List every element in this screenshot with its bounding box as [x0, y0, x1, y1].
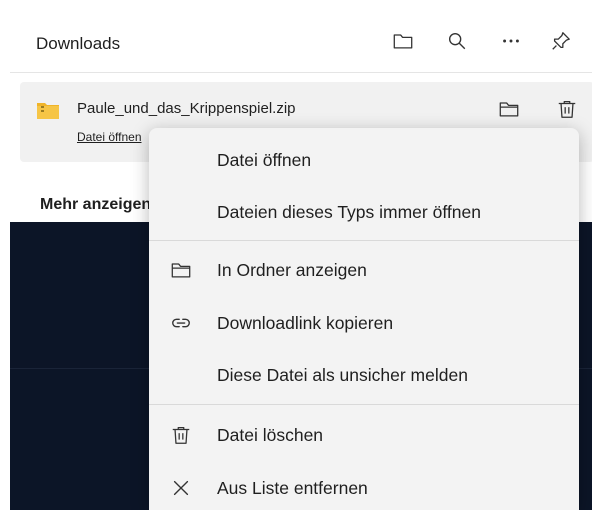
item-delete-button[interactable] — [552, 94, 582, 124]
menu-item-copy-link[interactable]: Downloadlink kopieren — [149, 303, 579, 343]
header-divider — [10, 72, 592, 73]
folder-icon — [499, 102, 519, 117]
search-icon — [448, 32, 466, 50]
menu-item-label: Datei öffnen — [217, 150, 312, 170]
more-icon — [503, 39, 519, 43]
open-file-link[interactable]: Datei öffnen — [77, 130, 142, 144]
search-button[interactable] — [444, 28, 470, 54]
menu-item-report-unsafe[interactable]: Diese Datei als unsicher melden — [149, 355, 579, 395]
zip-file-icon — [37, 103, 59, 119]
menu-item-label: Downloadlink kopieren — [217, 313, 394, 333]
link-icon — [169, 311, 193, 335]
file-name[interactable]: Paule_und_das_Krippenspiel.zip — [77, 100, 296, 117]
trash-icon — [169, 423, 193, 447]
menu-separator — [149, 240, 579, 241]
menu-item-open-file[interactable]: Datei öffnen — [149, 140, 579, 180]
menu-item-delete-file[interactable]: Datei löschen — [149, 415, 579, 455]
context-menu: Datei öffnen Dateien dieses Typs immer ö… — [149, 128, 579, 510]
menu-item-label: Diese Datei als unsicher melden — [217, 365, 468, 385]
menu-item-label: Dateien dieses Typs immer öffnen — [217, 202, 481, 222]
folder-icon — [393, 34, 413, 49]
menu-item-label: Datei löschen — [217, 425, 324, 445]
menu-item-remove-from-list[interactable]: Aus Liste entfernen — [149, 468, 579, 508]
pin-button[interactable] — [548, 28, 574, 54]
menu-item-label: Aus Liste entfernen — [217, 478, 368, 498]
menu-item-show-in-folder[interactable]: In Ordner anzeigen — [149, 250, 579, 290]
menu-item-label: In Ordner anzeigen — [217, 260, 367, 280]
item-show-folder-button[interactable] — [494, 94, 524, 124]
panel-title: Downloads — [36, 34, 121, 53]
more-options-button[interactable] — [498, 28, 524, 54]
open-folder-button[interactable] — [390, 28, 416, 54]
menu-separator — [149, 404, 579, 405]
close-icon — [169, 476, 193, 500]
folder-icon — [169, 258, 193, 282]
menu-item-always-open[interactable]: Dateien dieses Typs immer öffnen — [149, 192, 579, 232]
show-more-button[interactable]: Mehr anzeigen — [40, 196, 151, 214]
pin-icon — [552, 32, 570, 50]
trash-icon — [558, 101, 576, 118]
